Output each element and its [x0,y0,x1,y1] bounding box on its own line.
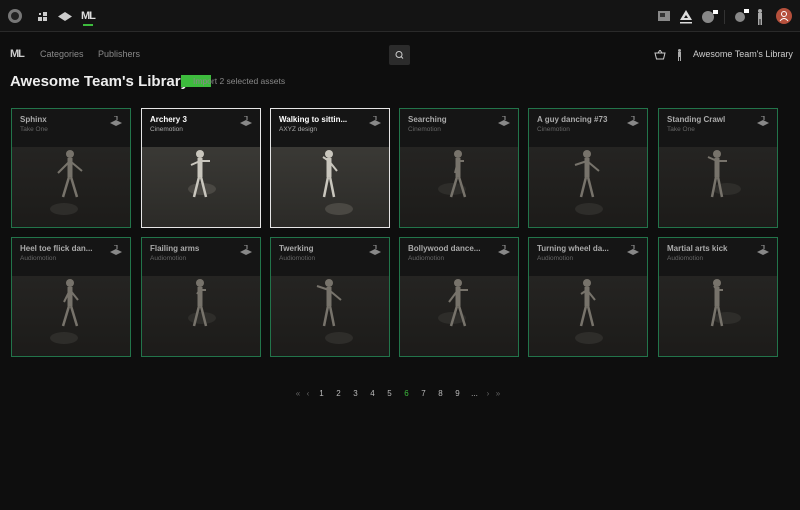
sphere-locked-icon[interactable] [701,8,719,24]
asset-card[interactable]: Sphinx Take One [11,108,131,228]
motion-library-tab[interactable]: ML [81,10,96,22]
body-small-icon [678,49,681,61]
asset-publisher: Cinemotion [150,126,183,133]
motion-platform-icon [240,116,252,126]
asset-card[interactable]: Standing Crawl Take One [658,108,778,228]
import-label: Import 2 selected assets [193,76,286,86]
user-avatar-icon[interactable] [776,8,792,24]
asset-name: Bollywood dance... [408,244,481,253]
motion-platform-icon [369,116,381,126]
divider [724,10,725,24]
asset-name: Standing Crawl [667,115,726,124]
categories-link[interactable]: Categories [40,49,84,59]
screen-icon[interactable] [658,11,670,21]
top-bar: ML [0,0,800,32]
asset-publisher: Audiomotion [279,255,316,262]
asset-card[interactable]: Searching Cinemotion [399,108,519,228]
asset-name: Martial arts kick [667,244,728,253]
motion-platform-icon [110,245,122,255]
page-1[interactable]: 1 [313,389,330,398]
asset-publisher: AXYZ design [279,126,317,133]
prev-page-button[interactable]: ‹ [303,389,313,398]
page-5[interactable]: 5 [381,389,398,398]
asset-name: Archery 3 [150,115,187,124]
asset-card[interactable]: Bollywood dance... Audiomotion [399,237,519,357]
motion-platform-icon [627,116,639,126]
publishers-link[interactable]: Publishers [98,49,140,59]
basket-icon[interactable] [654,50,666,60]
asset-publisher: Cinemotion [408,126,441,133]
asset-publisher: Audiomotion [408,255,445,262]
asset-name: Twerking [279,244,314,253]
page-8[interactable]: 8 [432,389,449,398]
asset-card[interactable]: Martial arts kick Audiomotion [658,237,778,357]
motion-platform-icon [757,116,769,126]
asset-publisher: Audiomotion [150,255,187,262]
motion-platform-icon [498,116,510,126]
asset-publisher: Take One [20,126,48,133]
last-page-button[interactable]: » [493,389,503,398]
page-7[interactable]: 7 [415,389,432,398]
asset-card[interactable]: Heel toe flick dan... Audiomotion [11,237,131,357]
asset-card[interactable]: Twerking Audiomotion [270,237,390,357]
pagination: « ‹ 1 2 3 4 5 6 7 8 9 ... › » [293,389,503,398]
asset-publisher: Audiomotion [537,255,574,262]
asset-name: Flailing arms [150,244,200,253]
asset-card[interactable]: Archery 3 Cinemotion [141,108,261,228]
asset-card[interactable]: Flailing arms Audiomotion [141,237,261,357]
library-name-link[interactable]: Awesome Team's Library [693,49,793,59]
asset-publisher: Audiomotion [20,255,57,262]
asset-publisher: Cinemotion [537,126,570,133]
ml-logo[interactable]: ML [10,48,25,60]
body-icon[interactable] [755,9,765,25]
motion-platform-icon [369,245,381,255]
asset-publisher: Take One [667,126,695,133]
page-2[interactable]: 2 [330,389,347,398]
search-icon [395,51,404,59]
asset-name: Turning wheel da... [537,244,609,253]
motion-platform-icon [757,245,769,255]
triangle-icon[interactable] [680,10,692,24]
import-selected-button[interactable]: Import 2 selected assets [181,75,285,87]
motion-platform-icon [627,245,639,255]
apps-grid-icon[interactable] [38,12,48,22]
first-page-button[interactable]: « [293,389,303,398]
asset-name: Searching [408,115,447,124]
next-page-button[interactable]: › [483,389,493,398]
head-locked-icon[interactable] [733,8,751,24]
asset-name: Walking to sittin... [279,115,348,124]
asset-card[interactable]: Turning wheel da... Audiomotion [528,237,648,357]
asset-name: Sphinx [20,115,47,124]
asset-name: Heel toe flick dan... [20,244,93,253]
search-button[interactable] [389,45,410,65]
motion-platform-icon [240,245,252,255]
asset-card[interactable]: Walking to sittin... AXYZ design [270,108,390,228]
page-3[interactable]: 3 [347,389,364,398]
asset-name: A guy dancing #73 [537,115,608,124]
motion-platform-icon [110,116,122,126]
eye-icon[interactable] [58,12,72,21]
active-tab-indicator [83,24,93,26]
asset-publisher: Audiomotion [667,255,704,262]
page-title: Awesome Team's Library [10,73,189,90]
app-logo-icon[interactable] [7,8,23,24]
page-6-current[interactable]: 6 [398,389,415,398]
page-9[interactable]: 9 [449,389,466,398]
motion-platform-icon [498,245,510,255]
asset-card[interactable]: A guy dancing #73 Cinemotion [528,108,648,228]
page-ellipsis: ... [471,389,478,398]
page-4[interactable]: 4 [364,389,381,398]
